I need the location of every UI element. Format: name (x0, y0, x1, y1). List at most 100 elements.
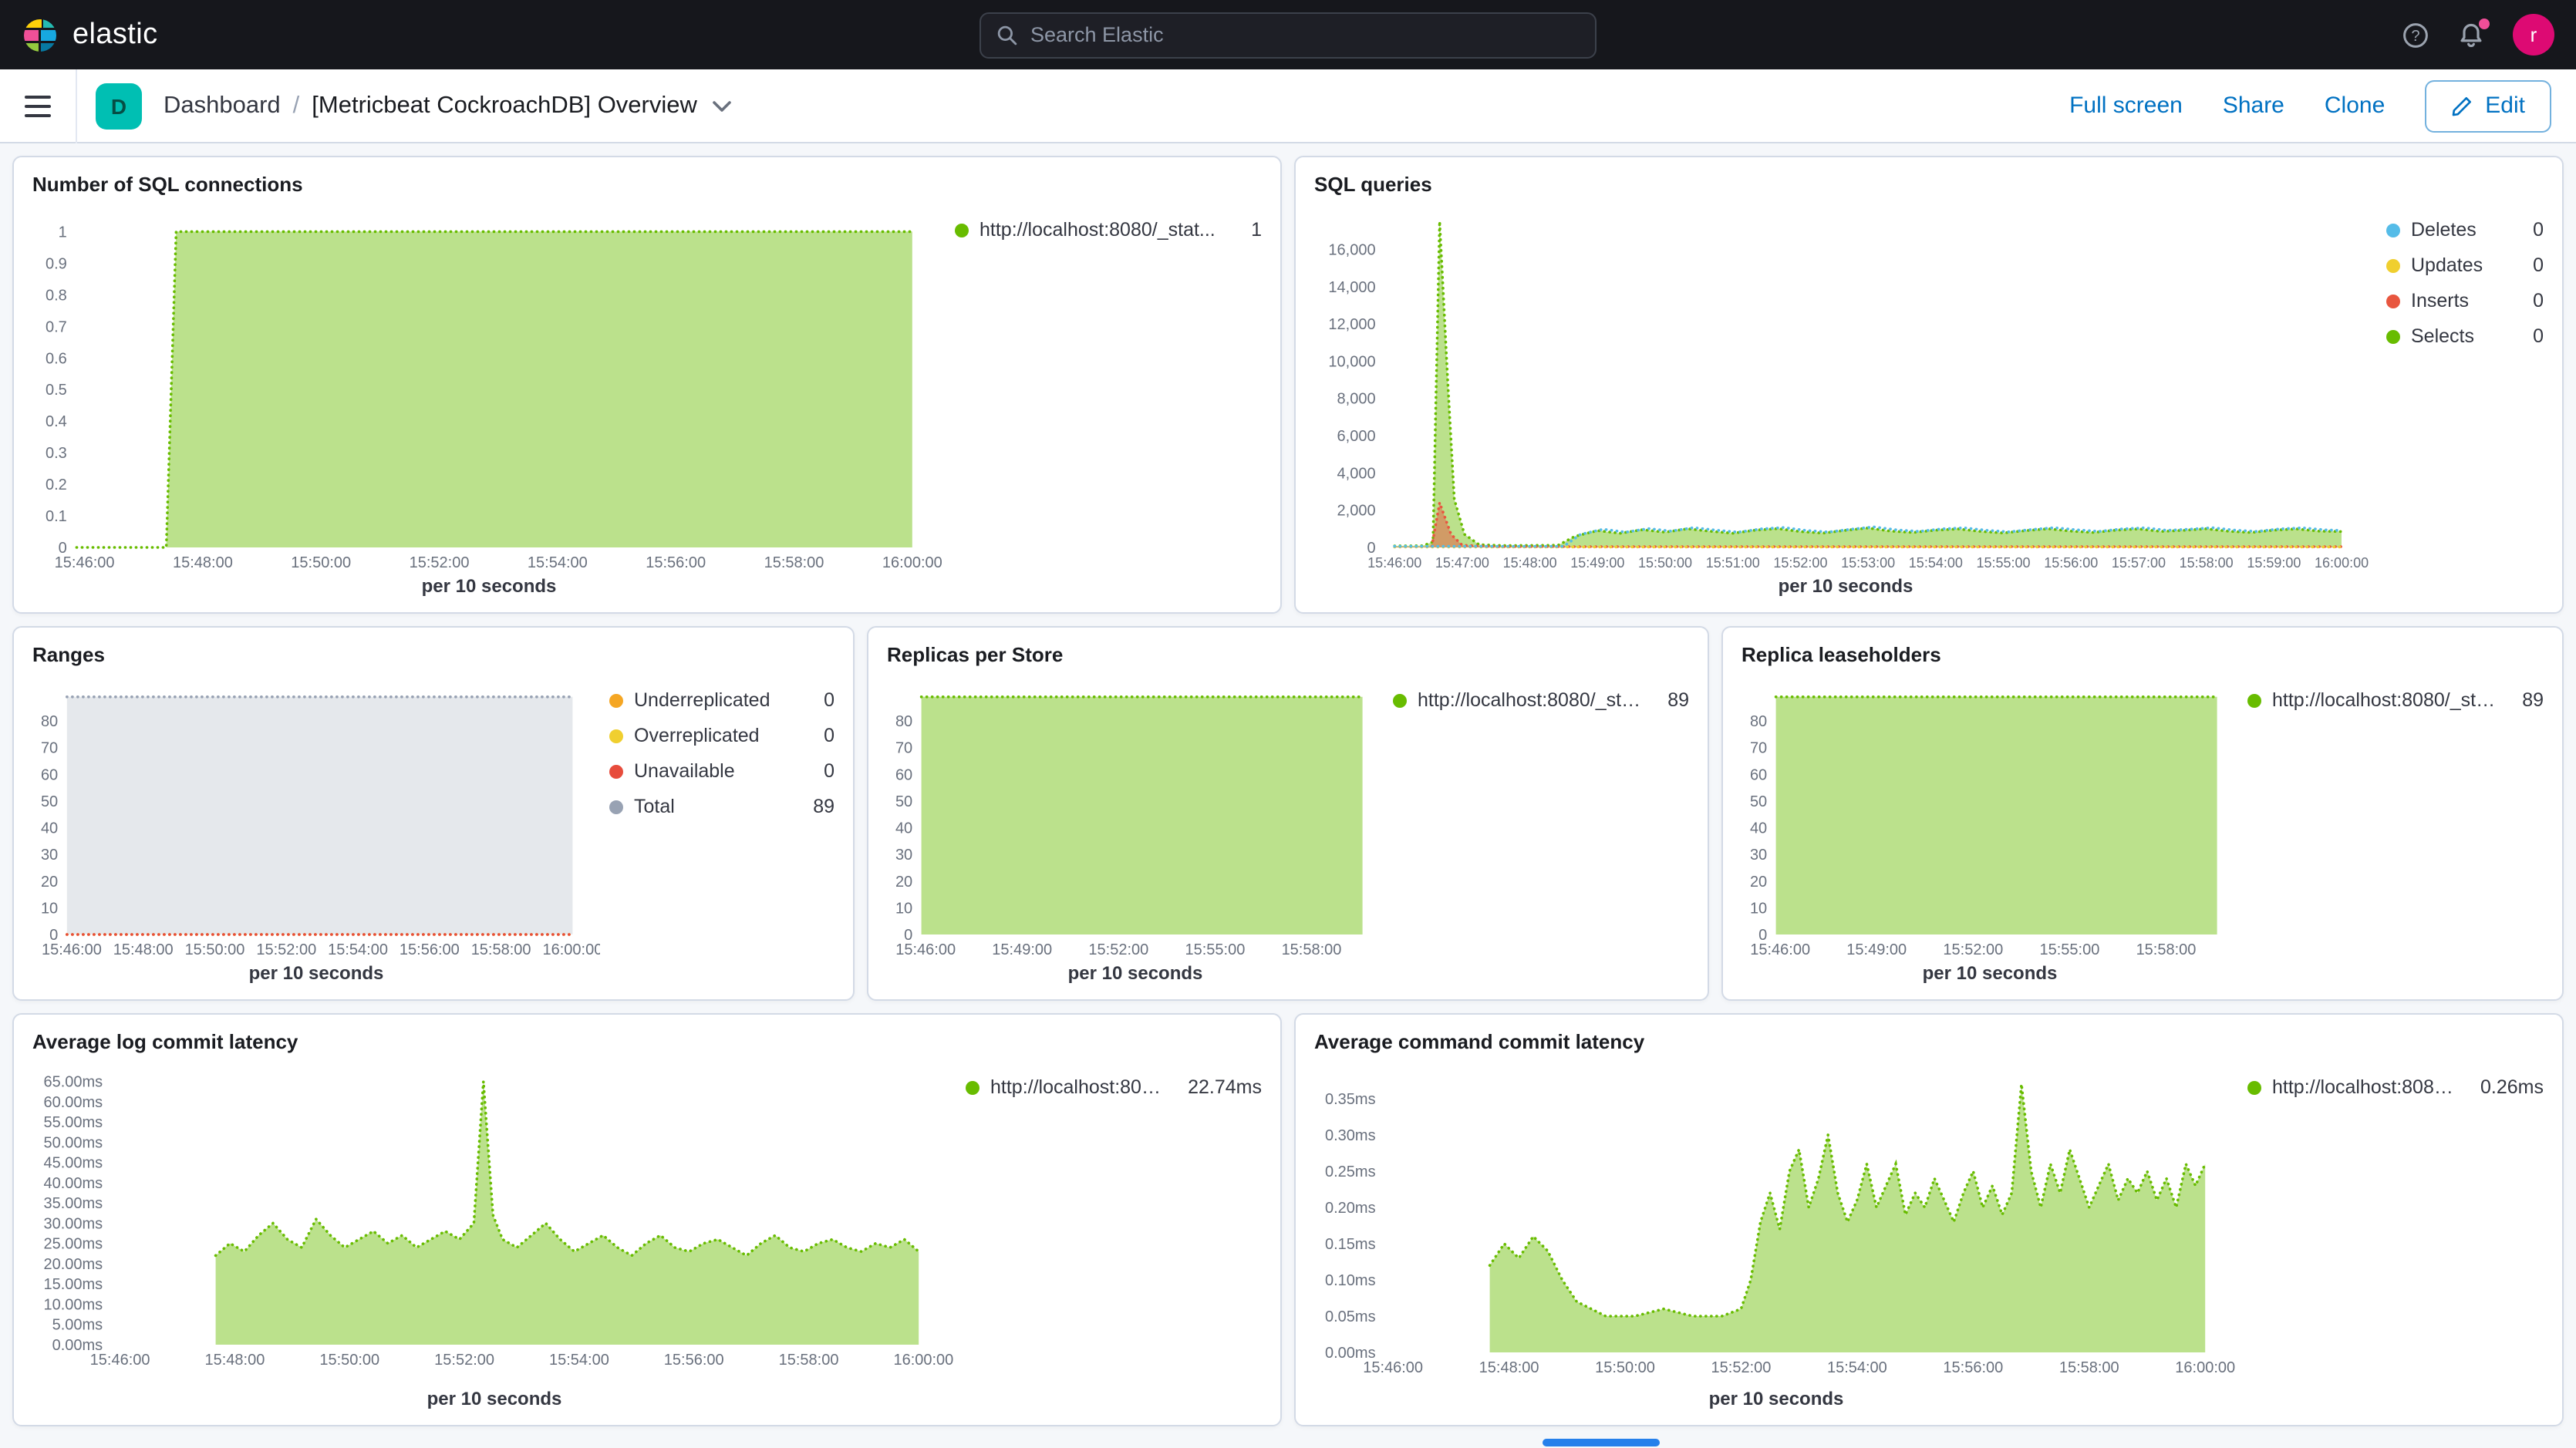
legend-value: 22.74ms (1175, 1076, 1262, 1098)
edit-button[interactable]: Edit (2425, 79, 2551, 132)
tick-label: 0 (1367, 540, 1375, 557)
tick-label: 15:58:00 (2136, 941, 2197, 958)
tick-label: 15:52:00 (1088, 941, 1148, 958)
tick-label: 1 (59, 224, 67, 241)
tick-label: 10 (41, 900, 58, 917)
tick-label: 80 (895, 713, 912, 730)
chart-canvas: 0.00ms5.00ms10.00ms15.00ms20.00ms25.00ms… (32, 1061, 956, 1369)
tick-label: 50 (1750, 793, 1767, 810)
legend-item[interactable]: http://localhost:8080/_stat...1 (955, 219, 1262, 241)
panel-title: Ranges (32, 640, 835, 671)
tick-label: 0.05ms (1325, 1308, 1376, 1325)
legend-value: 0 (811, 725, 835, 746)
chart-plot-area[interactable]: 00.10.20.30.40.50.60.70.80.9115:46:0015:… (32, 204, 946, 572)
tick-label: 0.20ms (1325, 1200, 1376, 1217)
avatar-initial: r (2530, 23, 2537, 46)
tick-label: 0.10ms (1325, 1272, 1376, 1289)
tick-label: 35.00ms (43, 1195, 103, 1212)
tick-label: 50.00ms (43, 1134, 103, 1151)
legend-item[interactable]: http://localhost:808...22.74ms (966, 1076, 1262, 1098)
legend-item[interactable]: http://localhost:8080...0.26ms (2247, 1076, 2544, 1098)
clone-button[interactable]: Clone (2325, 93, 2385, 119)
tick-label: 20.00ms (43, 1256, 103, 1273)
tick-label: 5.00ms (52, 1317, 103, 1334)
legend-item[interactable]: Underreplicated0 (609, 689, 835, 711)
tick-label: 15:56:00 (664, 1352, 724, 1369)
chart-plot-area[interactable]: 02,0004,0006,0008,00010,00012,00014,0001… (1314, 204, 2377, 572)
chart-plot-area[interactable]: 0.00ms0.05ms0.10ms0.15ms0.20ms0.25ms0.30… (1314, 1061, 2238, 1385)
legend-item[interactable]: Overreplicated 0 (609, 725, 835, 746)
legend-item[interactable]: Updates0 (2386, 254, 2544, 276)
notification-dot (2479, 18, 2490, 29)
tick-label: 0.5 (46, 382, 67, 399)
chart-plot-area[interactable]: 0102030405060708015:46:0015:49:0015:52:0… (887, 674, 1384, 959)
app-root: elastic ? (0, 0, 2576, 1448)
tick-label: 60 (1750, 766, 1767, 783)
tick-label: 15:52:00 (1773, 555, 1827, 571)
newsfeed-bell-icon[interactable] (2457, 21, 2485, 49)
legend-item[interactable]: http://localhost:8080/_sta...89 (2247, 689, 2544, 711)
panel-replicas-per-store: Replicas per Store 0102030405060708015:4… (867, 626, 1709, 1001)
tick-label: 30 (41, 847, 58, 864)
tick-label: 0.9 (46, 255, 67, 272)
legend-swatch (609, 764, 623, 778)
chart-legend: http://localhost:8080/_sta...89 (2238, 674, 2544, 987)
chart-plot-area[interactable]: 0102030405060708015:46:0015:49:0015:52:0… (1741, 674, 2238, 959)
tick-label: 15:47:00 (1435, 555, 1489, 571)
tick-label: 15:55:00 (1977, 555, 2031, 571)
title-chevron-down-icon[interactable] (713, 99, 731, 112)
header-actions: ? r (2402, 14, 2554, 56)
legend-label: Overreplicated (634, 725, 760, 746)
tick-label: 16,000 (1328, 241, 1375, 258)
legend-swatch (2386, 329, 2400, 343)
help-icon[interactable]: ? (2402, 21, 2429, 49)
legend-item[interactable]: Unavailable0 (609, 760, 835, 782)
share-button[interactable]: Share (2223, 93, 2284, 119)
tick-label: 60.00ms (43, 1094, 103, 1111)
elastic-brand[interactable]: elastic (22, 16, 158, 53)
tick-label: 15:58:00 (1282, 941, 1342, 958)
legend-label: Underreplicated (634, 689, 770, 711)
legend-item[interactable]: Total89 (609, 796, 835, 817)
tick-label: 15:56:00 (400, 941, 460, 958)
tick-label: 15:52:00 (256, 941, 316, 958)
tick-label: 15:46:00 (1750, 941, 1810, 958)
panel-average-log-commit-latency: Average log commit latency 0.00ms5.00ms1… (12, 1013, 1282, 1426)
tick-label: 40 (41, 820, 58, 837)
search-input[interactable] (1030, 23, 1580, 46)
legend-swatch (2386, 258, 2400, 272)
tick-label: 0.2 (46, 476, 67, 493)
tick-label: 20 (41, 874, 58, 891)
legend-item[interactable]: Selects0 (2386, 325, 2544, 347)
chart-plot-area[interactable]: 0102030405060708015:46:0015:48:0015:50:0… (32, 674, 600, 959)
legend-item[interactable]: Inserts0 (2386, 290, 2544, 311)
tick-label: 15:46:00 (55, 554, 115, 571)
hamburger-menu-icon[interactable] (0, 69, 77, 143)
panel-title: SQL queries (1314, 170, 2544, 200)
tick-label: 10 (895, 900, 912, 917)
full-screen-button[interactable]: Full screen (2069, 93, 2183, 119)
global-search[interactable] (979, 12, 1597, 58)
horizontal-scrollbar-thumb[interactable] (1543, 1439, 1660, 1446)
page-title: [Metricbeat CockroachDB] Overview (312, 92, 697, 120)
legend-label: http://localhost:8080/_sta... (2272, 689, 2499, 711)
panel-average-command-commit-latency: Average command commit latency 0.00ms0.0… (1294, 1013, 2564, 1426)
tick-label: 0.35ms (1325, 1091, 1376, 1108)
legend-swatch (966, 1080, 979, 1094)
legend-value: 89 (801, 796, 835, 817)
legend-item[interactable]: http://localhost:8080/_sta...89 (1393, 689, 1689, 711)
tick-label: 15:54:00 (528, 554, 588, 571)
breadcrumb-dashboard-link[interactable]: Dashboard (164, 92, 281, 120)
svg-text:?: ? (2411, 27, 2419, 44)
space-badge-letter: D (111, 93, 126, 118)
space-badge[interactable]: D (96, 83, 142, 129)
tick-label: 15:46:00 (1367, 555, 1421, 571)
legend-item[interactable]: Deletes0 (2386, 219, 2544, 241)
tick-label: 16:00:00 (882, 554, 942, 571)
tick-label: 0.30ms (1325, 1127, 1376, 1144)
tick-label: 70 (895, 740, 912, 757)
legend-swatch (955, 223, 969, 237)
user-avatar[interactable]: r (2513, 14, 2554, 56)
chart-plot-area[interactable]: 0.00ms5.00ms10.00ms15.00ms20.00ms25.00ms… (32, 1061, 956, 1385)
x-axis-label: per 10 seconds (32, 959, 600, 987)
